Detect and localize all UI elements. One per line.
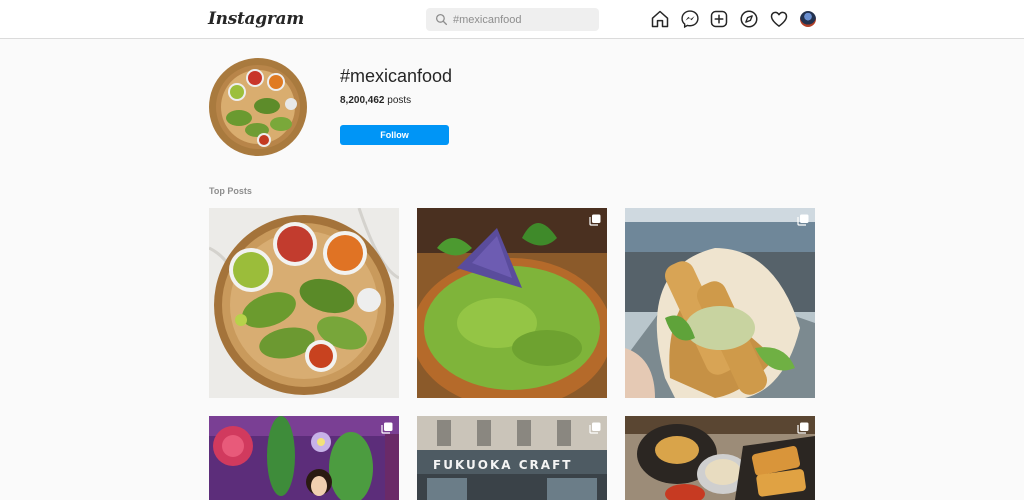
storefront-sign-text: FUKUOKA CRAFT — [433, 458, 573, 472]
post-count: 8,200,462 posts — [340, 95, 411, 106]
guacamole-image — [417, 208, 607, 398]
hashtag-avatar — [209, 58, 307, 156]
post-tile-taco-platter[interactable] — [209, 208, 399, 398]
multiple-images-icon — [589, 214, 601, 226]
search-input[interactable] — [453, 11, 593, 28]
appetizers-image — [625, 416, 815, 500]
post-tile-mural[interactable] — [209, 416, 399, 500]
profile-avatar[interactable] — [800, 11, 816, 27]
post-tile-storefront[interactable]: FUKUOKA CRAFT — [417, 416, 607, 500]
post-tile-appetizers[interactable] — [625, 416, 815, 500]
top-posts-heading: Top Posts — [209, 186, 252, 196]
search-box[interactable] — [426, 8, 599, 31]
post-count-label: posts — [387, 95, 412, 106]
instagram-logo[interactable]: Instagram — [208, 9, 304, 29]
home-icon[interactable] — [650, 9, 670, 29]
messenger-icon[interactable] — [680, 9, 700, 29]
multiple-images-icon — [589, 422, 601, 434]
activity-heart-icon[interactable] — [769, 9, 789, 29]
explore-icon[interactable] — [739, 9, 759, 29]
multiple-images-icon — [797, 214, 809, 226]
new-post-icon[interactable] — [709, 9, 729, 29]
fish-taco-image — [625, 208, 815, 398]
cactus-mural-image — [209, 416, 399, 500]
search-icon — [435, 13, 448, 26]
top-navigation-bar: Instagram — [0, 0, 1024, 39]
multiple-images-icon — [381, 422, 393, 434]
post-tile-guacamole[interactable] — [417, 208, 607, 398]
post-count-number: 8,200,462 — [340, 95, 385, 106]
post-tile-fish-taco[interactable] — [625, 208, 815, 398]
taco-platter-image — [209, 208, 399, 398]
hashtag-title: #mexicanfood — [340, 66, 453, 86]
follow-button[interactable]: Follow — [340, 125, 449, 145]
multiple-images-icon — [797, 422, 809, 434]
